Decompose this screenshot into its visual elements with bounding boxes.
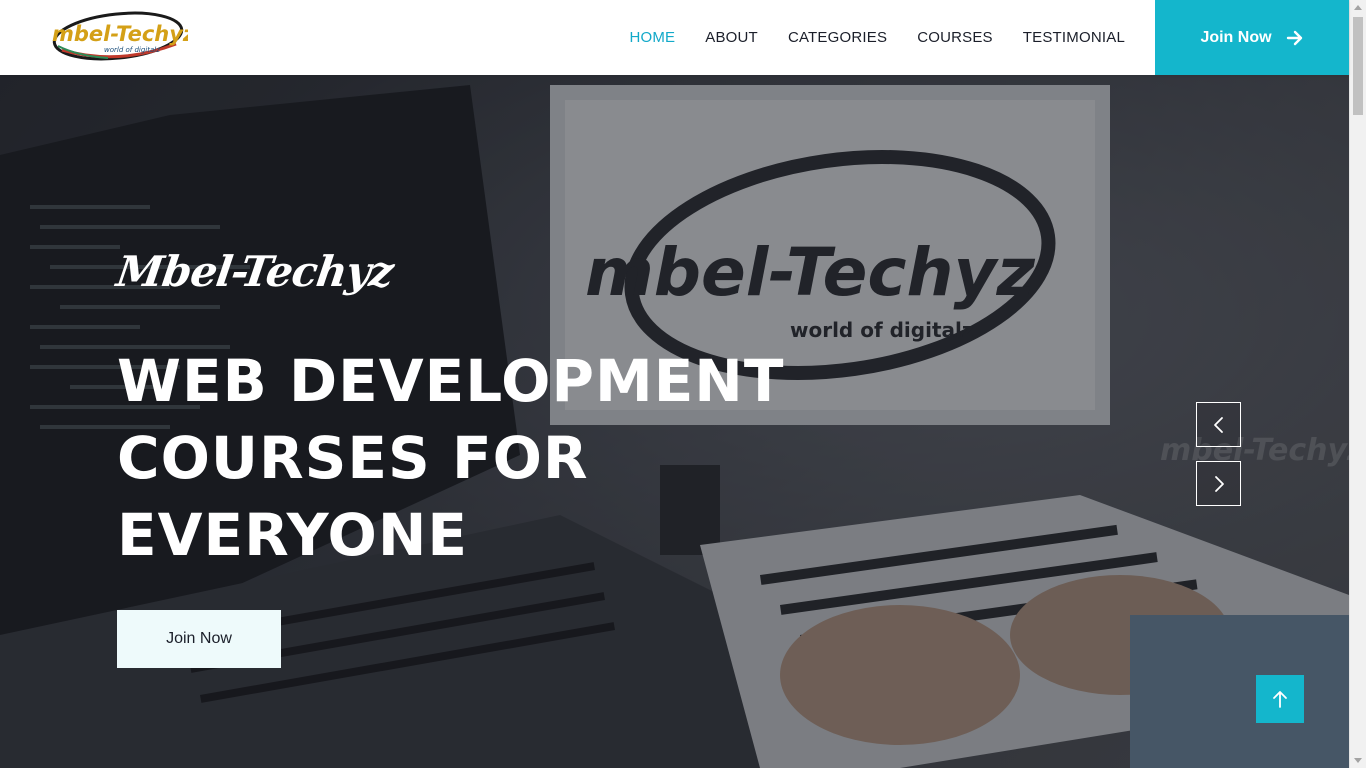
logo-tagline: world of digitalz xyxy=(104,46,160,54)
arrow-up-icon xyxy=(1273,691,1287,708)
hero-join-button[interactable]: Join Now xyxy=(117,610,281,668)
chevron-left-icon xyxy=(1213,416,1223,433)
back-to-top-button[interactable] xyxy=(1256,675,1304,723)
carousel-prev-button[interactable] xyxy=(1196,402,1241,447)
scroll-down-arrow-icon[interactable] xyxy=(1354,758,1362,763)
hero-carousel: mbel-Techyz world of digitalz mbel-Techy… xyxy=(0,75,1349,768)
nav-about[interactable]: ABOUT xyxy=(705,29,758,46)
logo-graphic: mbel-Techyz world of digitalz xyxy=(52,11,196,61)
scroll-thumb[interactable] xyxy=(1353,17,1363,115)
header-join-label: Join Now xyxy=(1200,28,1272,46)
hero-headline: WEB DEVELOPMENT COURSES FOR EVERYONE xyxy=(117,343,784,574)
scroll-up-arrow-icon[interactable] xyxy=(1354,5,1362,10)
headline-line-3: EVERYONE xyxy=(117,501,469,569)
nav-categories[interactable]: CATEGORIES xyxy=(788,29,887,46)
nav-courses[interactable]: COURSES xyxy=(917,29,993,46)
headline-line-1: WEB DEVELOPMENT xyxy=(117,347,785,415)
nav-testimonial[interactable]: TESTIMONIAL xyxy=(1023,29,1125,46)
header-join-button[interactable]: Join Now xyxy=(1155,0,1349,75)
carousel-next-button[interactable] xyxy=(1196,461,1241,506)
logo-text: mbel-Techyz xyxy=(52,22,188,46)
chevron-right-icon xyxy=(1214,475,1224,492)
site-header: mbel-Techyz world of digitalz HOME ABOUT… xyxy=(0,0,1349,75)
brand-logo[interactable]: mbel-Techyz world of digitalz xyxy=(48,8,196,64)
headline-line-2: COURSES FOR xyxy=(117,424,589,492)
hero-script-title: Mbel-Techyz xyxy=(113,247,396,296)
nav-home[interactable]: HOME xyxy=(629,29,675,46)
main-nav: HOME ABOUT CATEGORIES COURSES TESTIMONIA… xyxy=(629,0,1125,75)
arrow-right-icon xyxy=(1286,30,1302,45)
page-scrollbar[interactable] xyxy=(1349,0,1366,768)
